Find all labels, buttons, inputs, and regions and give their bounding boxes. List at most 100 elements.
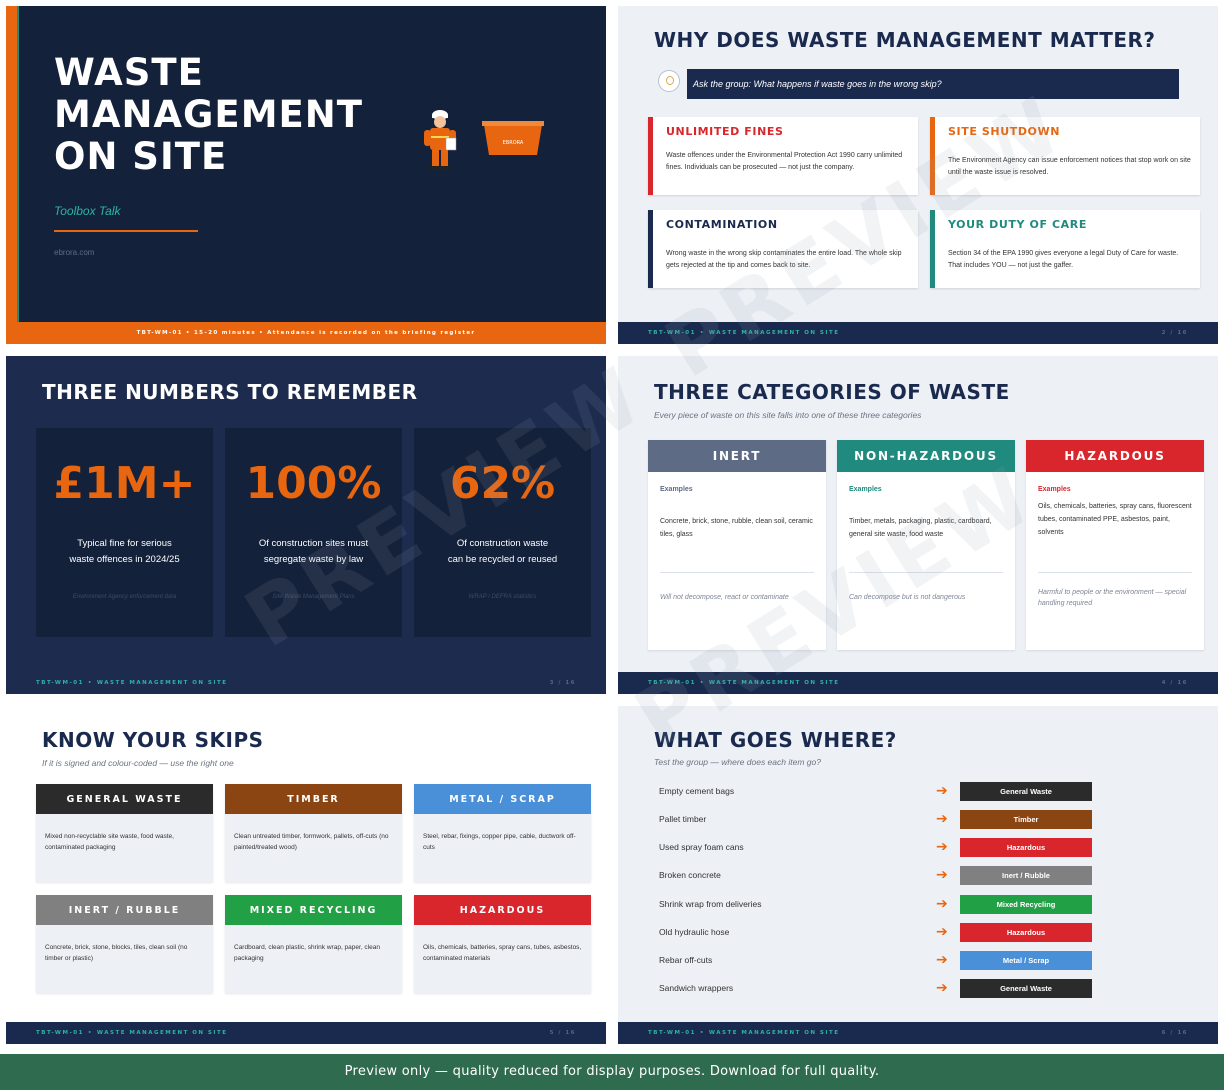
skip-body: Oils, chemicals, batteries, spray cans, … [423, 944, 582, 962]
footer-code: TBT-WM-01 [36, 680, 84, 686]
card-body: Waste offences under the Environmental P… [666, 152, 903, 171]
stat-description: Of construction waste can be recycled or … [447, 538, 558, 565]
arrow-right-icon: ➔ [936, 980, 948, 996]
skip-body: Cardboard, clean plastic, shrink wrap, p… [234, 944, 380, 962]
stat-source: Environment Agency enforcement data [72, 594, 177, 600]
slide-numbers[interactable]: THREE NUMBERS TO REMEMBER £1M+ Typical f… [6, 356, 606, 694]
quiz-answer: Inert / Rubble [960, 866, 1092, 885]
question-bar: Ask the group: What happens if waste goe… [687, 69, 1179, 99]
stat-card: £1M+ Typical fine for serious waste offen… [36, 428, 213, 637]
stat-description: Of construction sites must segregate wast… [258, 538, 369, 565]
card-title: YOUR DUTY OF CARE [948, 218, 1087, 231]
slide-categories[interactable]: THREE CATEGORIES OF WASTE Every piece of… [618, 356, 1218, 694]
arrow-right-icon: ➔ [936, 867, 948, 883]
slide-title[interactable]: WASTE MANAGEMENT ON SITE Toolbox Talk eb… [6, 6, 606, 344]
slide-footer: TBT-WM-01 • 15–20 minutes • Attendance i… [6, 322, 606, 344]
card-site-shutdown: SITE SHUTDOWN The Environment Agency can… [930, 117, 1200, 195]
card-unlimited-fines: UNLIMITED FINES Waste offences under the… [648, 117, 918, 195]
lightbulb-icon [658, 70, 680, 92]
slide-heading: WHAT GOES WHERE? [654, 728, 897, 752]
slide-heading: WHY DOES WASTE MANAGEMENT MATTER? [654, 28, 1156, 52]
quiz-item: Broken concrete [659, 870, 721, 880]
arrow-right-icon: ➔ [936, 839, 948, 855]
page-number: 4 / 16 [1161, 680, 1188, 686]
accent-bar [6, 6, 17, 322]
footer-code: TBT-WM-01 [36, 1030, 84, 1036]
worker-illustration-icon [424, 110, 457, 170]
quiz-item: Pallet timber [659, 814, 707, 824]
footer-title: WASTE MANAGEMENT ON SITE [96, 680, 228, 686]
quiz-answer: Mixed Recycling [960, 895, 1092, 914]
quiz-row: Sandwich wrappers ➔ General Waste [659, 979, 1104, 999]
stat-card: 100% Of construction sites must segregate… [225, 428, 402, 637]
skip-metal-scrap: METAL / SCRAP Steel, rebar, fixings, cop… [414, 784, 591, 882]
quiz-answer: General Waste [960, 979, 1092, 998]
quiz-item: Rebar off-cuts [659, 955, 713, 965]
slide-why[interactable]: WHY DOES WASTE MANAGEMENT MATTER? Ask th… [618, 6, 1218, 344]
slide-what-goes-where[interactable]: WHAT GOES WHERE? Test the group — where … [618, 706, 1218, 1044]
accent-bar-teal [17, 6, 19, 322]
footer-title: WASTE MANAGEMENT ON SITE [708, 680, 840, 686]
examples-label: Examples [1038, 486, 1071, 493]
divider [849, 572, 1003, 573]
quiz-answer: Timber [960, 810, 1092, 829]
quiz-item: Shrink wrap from deliveries [659, 899, 762, 909]
quiz-row: Empty cement bags ➔ General Waste [659, 782, 1104, 802]
footer-code: TBT-WM-01 [648, 330, 696, 336]
category-inert: INERT Examples Concrete, brick, stone, r… [648, 440, 826, 650]
card-duty-of-care: YOUR DUTY OF CARE Section 34 of the EPA … [930, 210, 1200, 288]
quiz-item: Empty cement bags [659, 786, 735, 796]
slide-title-heading: WASTE MANAGEMENT ON SITE [54, 51, 363, 178]
slide-footer: TBT-WM-01 • WASTE MANAGEMENT ON SITE 5 / 1… [6, 1022, 606, 1044]
skip-illustration-icon: EBRORA [482, 121, 544, 155]
quiz-answer: Hazardous [960, 838, 1092, 857]
slide-footer: TBT-WM-01 • WASTE MANAGEMENT ON SITE 6 / 1… [618, 1022, 1218, 1044]
category-non-hazardous: NON-HAZARDOUS Examples Timber, metals, p… [837, 440, 1015, 650]
card-title: CONTAMINATION [666, 218, 778, 231]
quiz-row: Broken concrete ➔ Inert / Rubble [659, 866, 1104, 886]
page-number: 6 / 16 [1161, 1030, 1188, 1036]
card-contamination: CONTAMINATION Wrong waste in the wrong s… [648, 210, 918, 288]
category-items: Timber, metals, packaging, plastic, card… [849, 518, 992, 538]
quiz-item: Used spray foam cans [659, 842, 744, 852]
skip-title: INERT / RUBBLE [36, 895, 213, 925]
category-title: NON-HAZARDOUS [837, 440, 1015, 472]
category-hazardous: HAZARDOUS Examples Oils, chemicals, batt… [1026, 440, 1204, 650]
slide-footer: TBT-WM-01 • WASTE MANAGEMENT ON SITE 3 / 1… [6, 672, 606, 694]
skip-general-waste: GENERAL WASTE Mixed non-recyclable site … [36, 784, 213, 882]
skip-timber: TIMBER Clean untreated timber, formwork,… [225, 784, 402, 882]
preview-banner: Preview only — quality reduced for displ… [0, 1054, 1224, 1090]
slide-subheading: Every piece of waste on this site falls … [654, 410, 922, 420]
arrow-right-icon: ➔ [936, 811, 948, 827]
footer-title: WASTE MANAGEMENT ON SITE [708, 330, 840, 336]
card-title: SITE SHUTDOWN [948, 125, 1061, 138]
arrow-right-icon: ➔ [936, 896, 948, 912]
page-number: 3 / 16 [549, 680, 576, 686]
skip-hazardous: HAZARDOUS Oils, chemicals, batteries, sp… [414, 895, 591, 993]
stat-source: WRAP / DEFRA statistics [468, 594, 537, 600]
stat-card: 62% Of construction waste can be recycled… [414, 428, 591, 637]
category-title: INERT [648, 440, 826, 472]
page-number: 2 / 16 [1161, 330, 1188, 336]
stat-value: £1M+ [53, 458, 196, 509]
arrow-right-icon: ➔ [936, 924, 948, 940]
slide-skips[interactable]: KNOW YOUR SKIPS If it is signed and colo… [6, 706, 606, 1044]
quiz-answer: Hazardous [960, 923, 1092, 942]
skip-title: TIMBER [225, 784, 402, 814]
arrow-right-icon: ➔ [936, 783, 948, 799]
slide-heading: THREE NUMBERS TO REMEMBER [42, 380, 418, 404]
skip-body: Clean untreated timber, formwork, pallet… [234, 833, 389, 851]
quiz-item: Sandwich wrappers [659, 983, 734, 993]
page-number: 5 / 16 [549, 1030, 576, 1036]
arrow-right-icon: ➔ [936, 952, 948, 968]
quiz-row: Old hydraulic hose ➔ Hazardous [659, 923, 1104, 943]
card-body: Wrong waste in the wrong skip contaminat… [666, 250, 902, 269]
quiz-row: Used spray foam cans ➔ Hazardous [659, 838, 1104, 858]
divider [54, 230, 198, 232]
skip-body: Mixed non-recyclable site waste, food wa… [45, 833, 174, 851]
skip-label: EBRORA [503, 140, 524, 146]
examples-label: Examples [849, 486, 882, 493]
stat-value: 62% [449, 458, 556, 509]
category-items: Oils, chemicals, batteries, spray cans, … [1038, 503, 1192, 536]
footer-title: WASTE MANAGEMENT ON SITE [708, 1030, 840, 1036]
